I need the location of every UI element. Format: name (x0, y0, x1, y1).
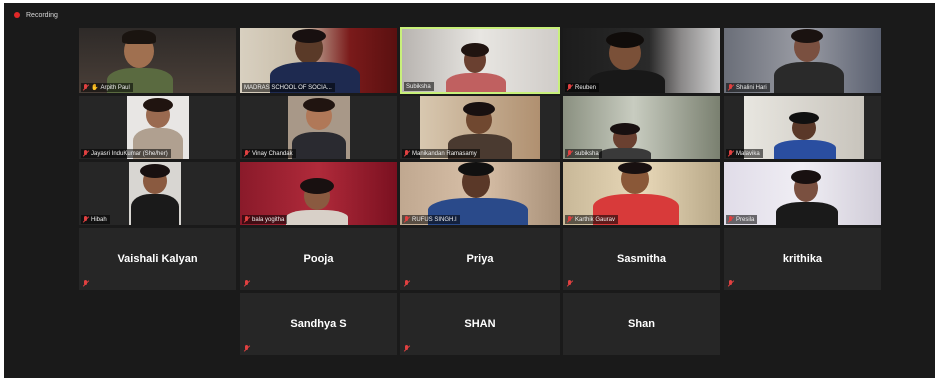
mic-muted-icon (728, 280, 734, 287)
audio-participant-tile[interactable]: Priya (400, 228, 560, 290)
participant-tile[interactable]: bala yogitha (240, 162, 397, 225)
participant-name: subiksha (575, 150, 599, 157)
participant-name: Hibah (91, 216, 107, 223)
mic-muted-icon (728, 150, 734, 157)
participant-tile[interactable]: Malavika (724, 96, 881, 159)
participant-name-bar: Presila (726, 215, 758, 224)
participant-tile[interactable]: Shalini Hari (724, 28, 881, 93)
mic-muted-icon (83, 216, 89, 223)
participant-name: Sasmitha (617, 253, 666, 265)
audio-participant-tile[interactable]: Sasmitha (563, 228, 720, 290)
recording-indicator: Recording (14, 9, 58, 21)
audio-participant-tile[interactable]: krithika (724, 228, 881, 290)
participant-name-bar: bala yogitha (242, 215, 288, 224)
participant-tile[interactable]: RUFUS SINGH.I (400, 162, 560, 225)
participant-name: Karthik Gaurav (575, 216, 616, 223)
participant-name-bar: Shalini Hari (726, 83, 770, 92)
participant-name: SHAN (464, 318, 496, 330)
participant-name: Shalini Hari (736, 84, 767, 91)
mic-muted-icon (404, 345, 410, 352)
participant-name-bar: Vinay Chandak (242, 149, 296, 158)
mic-muted-icon (244, 345, 250, 352)
meeting-window: Recording ✋ Arpith Paul MADRAS SCHOOL OF… (4, 3, 935, 378)
mic-muted-icon (728, 216, 734, 223)
mic-muted-icon (83, 84, 89, 91)
recording-dot-icon (14, 12, 20, 18)
participant-name-bar: ✋ Arpith Paul (81, 83, 133, 92)
participant-name-bar: Malavika (726, 149, 763, 158)
mic-muted-icon (83, 150, 89, 157)
participant-tile[interactable]: subiksha (563, 96, 720, 159)
mic-muted-icon (567, 216, 573, 223)
mic-muted-icon (244, 280, 250, 287)
audio-participant-tile[interactable]: Vaishali Kalyan (79, 228, 236, 290)
participant-name-bar: subiksha (565, 149, 602, 158)
mic-muted-icon (404, 216, 410, 223)
participant-name: Manikandan Ramasamy (412, 150, 477, 157)
participant-name: Pooja (303, 253, 334, 265)
participant-tile[interactable]: Karthik Gaurav (563, 162, 720, 225)
audio-participant-tile[interactable]: SHAN (400, 293, 560, 355)
participant-name-bar: Subiksha (404, 82, 434, 91)
participant-name: bala yogitha (252, 216, 285, 223)
participant-name: Malavika (736, 150, 760, 157)
participant-name: Arpith Paul (100, 84, 130, 91)
raised-hand-icon: ✋ (91, 85, 99, 91)
mic-muted-icon (404, 150, 410, 157)
participant-name-bar: Hibah (81, 215, 110, 224)
participant-name: Reuben (575, 84, 597, 91)
audio-participant-tile[interactable]: Sandhya S (240, 293, 397, 355)
participant-name-bar: MADRAS SCHOOL OF SOCIA... (242, 83, 335, 92)
participant-name-bar: Reuben (565, 83, 600, 92)
mic-muted-icon (728, 84, 734, 91)
participant-name: Presila (736, 216, 755, 223)
participant-name-bar: RUFUS SINGH.I (402, 215, 460, 224)
participant-tile[interactable]: MADRAS SCHOOL OF SOCIA... (240, 28, 397, 93)
participant-name: krithika (782, 253, 823, 265)
mic-muted-icon (244, 216, 250, 223)
participant-tile[interactable]: Vinay Chandak (240, 96, 397, 159)
participant-name: Shan (628, 318, 655, 330)
participant-name-bar: Jayasri InduKumar (She/her) (81, 149, 171, 158)
mic-muted-icon (404, 280, 410, 287)
recording-label: Recording (26, 11, 58, 19)
participant-tile-active-speaker[interactable]: Subiksha (400, 27, 560, 94)
participant-name: Vaishali Kalyan (117, 253, 198, 265)
participant-tile[interactable]: Reuben (563, 28, 720, 93)
mic-muted-icon (567, 150, 573, 157)
participant-tile[interactable]: Manikandan Ramasamy (400, 96, 560, 159)
participant-tile[interactable]: Presila (724, 162, 881, 225)
participant-tile[interactable]: ✋ Arpith Paul (79, 28, 236, 93)
participant-name: MADRAS SCHOOL OF SOCIA... (244, 84, 332, 91)
participant-tile[interactable]: Jayasri InduKumar (She/her) (79, 96, 236, 159)
audio-participant-tile[interactable]: Shan (563, 293, 720, 355)
participant-name: Priya (466, 253, 494, 265)
participant-name: Sandhya S (290, 318, 347, 330)
mic-muted-icon (567, 280, 573, 287)
mic-muted-icon (244, 150, 250, 157)
participant-name-bar: Karthik Gaurav (565, 215, 619, 224)
mic-muted-icon (567, 84, 573, 91)
audio-participant-tile[interactable]: Pooja (240, 228, 397, 290)
participant-name: Vinay Chandak (252, 150, 293, 157)
participant-tile[interactable]: Hibah (79, 162, 236, 225)
participant-name: RUFUS SINGH.I (412, 216, 457, 223)
participant-name-bar: Manikandan Ramasamy (402, 149, 480, 158)
participant-name: Jayasri InduKumar (She/her) (91, 150, 168, 157)
participant-name: Subiksha (406, 83, 431, 90)
mic-muted-icon (83, 280, 89, 287)
